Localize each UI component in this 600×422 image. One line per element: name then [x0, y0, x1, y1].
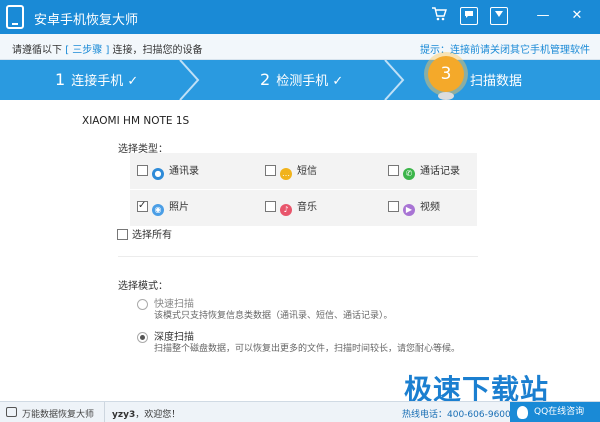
- type-label: 音乐: [297, 202, 317, 213]
- step-1-label: 连接手机: [71, 74, 124, 89]
- menu-icon[interactable]: [490, 7, 508, 25]
- title-bar: 安卓手机恢复大师 — ✕: [0, 0, 600, 34]
- checkbox[interactable]: [388, 201, 399, 212]
- step-1-number: 1: [55, 70, 66, 89]
- deep-scan-desc: 扫描整个磁盘数据，可以恢复出更多的文件，扫描时间较长，请您耐心等候。: [154, 344, 461, 354]
- type-label: 短信: [297, 166, 317, 177]
- select-all-option[interactable]: 选择所有: [117, 228, 172, 244]
- close-button[interactable]: ✕: [566, 6, 588, 26]
- type-label: 视频: [420, 202, 440, 213]
- checkbox-checked[interactable]: [137, 198, 148, 214]
- qq-consult-button[interactable]: QQ在线咨询: [510, 402, 600, 422]
- type-label: 通话记录: [420, 166, 460, 177]
- type-option-video[interactable]: ▶ 视频: [388, 200, 440, 216]
- photo-icon: ◉: [152, 204, 164, 216]
- phone-call-icon: ✆: [403, 168, 415, 180]
- type-option-music[interactable]: ♪ 音乐: [265, 200, 317, 216]
- check-icon: ✓: [127, 74, 139, 89]
- recovery-app-icon: [6, 407, 17, 417]
- type-option-calllog[interactable]: ✆ 通话记录: [388, 164, 460, 180]
- sms-icon: …: [280, 168, 292, 180]
- quick-scan-desc: 该模式只支持恢复信息类数据（通讯录、短信、通话记录）。: [154, 311, 393, 321]
- message-icon[interactable]: [460, 7, 478, 25]
- instruction-bar: 请遵循以下 [ 三步骤 ] 连接，扫描您的设备 提示：连接前请关闭其它手机管理软…: [0, 34, 600, 60]
- instruction-highlight: [ 三步骤 ]: [65, 45, 110, 56]
- phone-icon: [6, 5, 24, 29]
- checkbox[interactable]: [117, 229, 128, 240]
- checkbox[interactable]: [137, 165, 148, 176]
- user-greeting: yzy3，欢迎您！: [112, 407, 180, 420]
- checkbox[interactable]: [388, 165, 399, 176]
- check-icon: ✓: [332, 74, 344, 89]
- step-3-marker: [438, 92, 454, 100]
- type-option-photos[interactable]: ◉ 照片: [137, 198, 189, 216]
- step-2-number: 2: [260, 70, 271, 89]
- type-label: 通讯录: [169, 166, 199, 177]
- username: yzy3: [112, 410, 136, 420]
- status-separator: [104, 402, 105, 422]
- checkbox[interactable]: [265, 165, 276, 176]
- hotline-text: 热线电话：400-606-9600: [402, 410, 511, 420]
- instruction-prefix: 请遵循以下: [12, 45, 62, 56]
- tip-text: 提示：连接前请关闭其它手机管理软件: [420, 45, 590, 56]
- video-icon: ▶: [403, 204, 415, 216]
- step-1: 1 连接手机 ✓: [55, 70, 138, 89]
- type-label: 照片: [169, 202, 189, 213]
- step-3-label: 扫描数据: [470, 74, 523, 89]
- divider: [118, 256, 478, 257]
- select-mode-label: 选择模式：: [118, 281, 168, 292]
- app-title: 安卓手机恢复大师: [34, 13, 139, 28]
- device-name: XIAOMI HM NOTE 1S: [82, 115, 190, 127]
- type-option-sms[interactable]: … 短信: [265, 164, 317, 180]
- qq-icon: [517, 406, 528, 419]
- select-all-label: 选择所有: [132, 230, 172, 241]
- checkbox[interactable]: [265, 201, 276, 212]
- contacts-icon: ●: [152, 168, 164, 180]
- quick-scan-radio[interactable]: [137, 299, 148, 310]
- cart-icon[interactable]: [428, 6, 450, 26]
- step-2-label: 检测手机: [276, 74, 329, 89]
- type-option-contacts[interactable]: ● 通讯录: [137, 164, 199, 180]
- qq-consult-label: QQ在线咨询: [534, 407, 585, 417]
- instruction-suffix: 连接，扫描您的设备: [112, 45, 203, 56]
- deep-scan-radio[interactable]: [137, 332, 148, 343]
- step-3-number: 3: [428, 56, 464, 92]
- music-icon: ♪: [280, 204, 292, 216]
- step-bar: 1 连接手机 ✓ 2 检测手机 ✓ 扫描数据: [0, 60, 600, 100]
- welcome-text: ，欢迎您！: [135, 410, 181, 420]
- instruction-text: 请遵循以下 [ 三步骤 ] 连接，扫描您的设备: [12, 41, 203, 56]
- minimize-button[interactable]: —: [532, 6, 554, 26]
- recovery-app-link[interactable]: 万能数据恢复大师: [22, 407, 94, 420]
- step-2: 2 检测手机 ✓: [260, 70, 343, 89]
- status-bar: 万能数据恢复大师 yzy3，欢迎您！ 热线电话：400-606-9600 QQ在…: [0, 401, 600, 422]
- type-row-divider: [130, 189, 477, 190]
